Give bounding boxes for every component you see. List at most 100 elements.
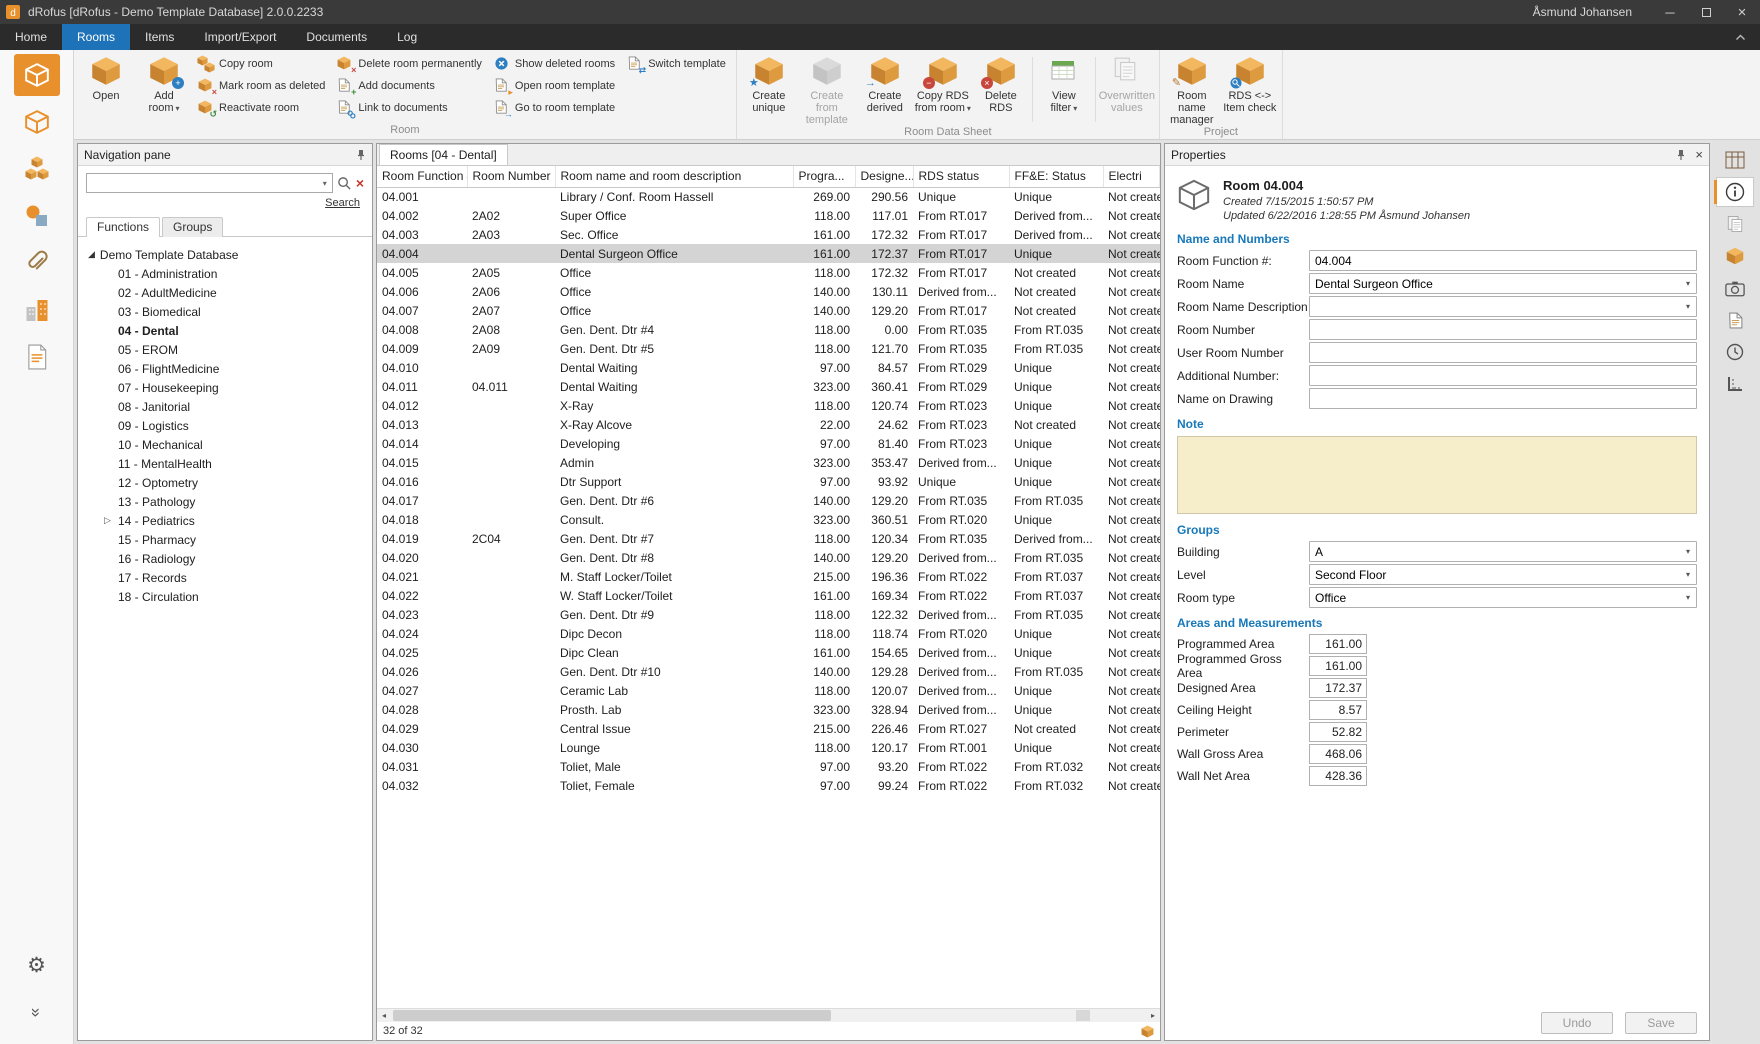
open-room-template-button[interactable]: ▸Open room template — [489, 75, 620, 97]
delete-rds-button[interactable]: ×DeleteRDS — [972, 53, 1030, 114]
reports-module-icon[interactable] — [14, 336, 60, 378]
images-panel-icon[interactable] — [1716, 273, 1754, 303]
close-panel-icon[interactable]: × — [1695, 148, 1703, 161]
dropdown-arrow-icon[interactable]: ▾ — [1680, 274, 1696, 293]
room-data-sheet-icon[interactable] — [1716, 145, 1754, 175]
table-row-04-021[interactable]: 04.021M. Staff Locker/Toilet215.00196.36… — [377, 567, 1160, 586]
scroll-left-icon[interactable]: ◂ — [377, 1009, 391, 1022]
group-input-level[interactable] — [1310, 565, 1680, 584]
tree-item-02-adultmedicine[interactable]: 02 - AdultMedicine — [82, 283, 368, 302]
pin-icon[interactable] — [1676, 149, 1686, 161]
tree-item-05-erom[interactable]: 05 - EROM — [82, 340, 368, 359]
col-progra[interactable]: Progra... — [793, 166, 855, 187]
table-row-04-001[interactable]: 04.001Library / Conf. Room Hassell269.00… — [377, 187, 1160, 206]
group-select-room-type[interactable]: ▾ — [1309, 587, 1697, 608]
prop-field-room-name[interactable]: ▾ — [1309, 273, 1697, 294]
table-row-04-009[interactable]: 04.0092A09Gen. Dent. Dtr #5118.00121.70F… — [377, 339, 1160, 358]
tree-item-16-radiology[interactable]: 16 - Radiology — [82, 549, 368, 568]
note-textarea[interactable] — [1177, 436, 1697, 514]
create-derived-button[interactable]: →Createderived — [856, 53, 914, 114]
group-select-level[interactable]: ▾ — [1309, 564, 1697, 585]
tree-item-06-flightmedicine[interactable]: 06 - FlightMedicine — [82, 359, 368, 378]
table-row-04-011[interactable]: 04.01104.011Dental Waiting323.00360.41Fr… — [377, 377, 1160, 396]
tree-item-17-records[interactable]: 17 - Records — [82, 568, 368, 587]
table-row-04-008[interactable]: 04.0082A08Gen. Dent. Dtr #4118.000.00Fro… — [377, 320, 1160, 339]
menu-tab-import-export[interactable]: Import/Export — [189, 24, 291, 50]
items-module-icon[interactable] — [14, 148, 60, 190]
col-ff-e-status[interactable]: FF&E: Status — [1009, 166, 1103, 187]
tree-item-11-mentalhealth[interactable]: 11 - MentalHealth — [82, 454, 368, 473]
prop-field-user-room-number[interactable] — [1309, 342, 1697, 363]
col-room-function[interactable]: Room Function #: — [377, 166, 467, 187]
link-to-documents-button[interactable]: Link to documents — [332, 97, 487, 119]
search-icon[interactable] — [337, 176, 352, 191]
table-row-04-013[interactable]: 04.013X-Ray Alcove22.0024.62From RT.023N… — [377, 415, 1160, 434]
menu-tab-home[interactable]: Home — [0, 24, 62, 50]
products-module-icon[interactable] — [14, 195, 60, 237]
copy-rds-from-room-button[interactable]: −Copy RDSfrom room▾ — [914, 53, 972, 115]
table-row-04-029[interactable]: 04.029Central Issue215.00226.46From RT.0… — [377, 719, 1160, 738]
horizontal-scrollbar[interactable]: ◂ ▸ — [377, 1008, 1160, 1022]
rooms-tab[interactable]: Rooms [04 - Dental] — [379, 144, 508, 165]
pin-icon[interactable] — [356, 149, 366, 161]
reactivate-room-button[interactable]: ↺Reactivate room — [193, 97, 330, 119]
create-unique-button[interactable]: ★Createunique — [740, 53, 798, 114]
nav-search-input[interactable] — [87, 174, 318, 192]
open-room-button[interactable]: Open — [77, 53, 135, 102]
menu-tab-documents[interactable]: Documents — [291, 24, 382, 50]
copy-room-button[interactable]: Copy room — [193, 53, 330, 75]
files-panel-icon[interactable] — [1716, 305, 1754, 335]
table-row-04-004[interactable]: 04.004Dental Surgeon Office161.00172.37F… — [377, 244, 1160, 263]
dropdown-arrow-icon[interactable]: ▾ — [1680, 542, 1696, 561]
prop-field-room-function[interactable] — [1309, 250, 1697, 271]
table-row-04-003[interactable]: 04.0032A03Sec. Office161.00172.32From RT… — [377, 225, 1160, 244]
switch-template-button[interactable]: ⇄Switch template — [622, 53, 731, 75]
table-row-04-006[interactable]: 04.0062A06Office140.00130.11Derived from… — [377, 282, 1160, 301]
tree-item-07-housekeeping[interactable]: 07 - Housekeeping — [82, 378, 368, 397]
tree-item-14-pediatrics[interactable]: ▷14 - Pediatrics — [82, 511, 368, 530]
area-value-ceiling-height[interactable]: 8.57 — [1309, 700, 1367, 720]
table-row-04-020[interactable]: 04.020Gen. Dent. Dtr #8140.00129.20Deriv… — [377, 548, 1160, 567]
documents-panel-icon[interactable] — [1716, 209, 1754, 239]
rds-item-check-button[interactable]: RDS <->Item check — [1221, 53, 1279, 114]
search-dropdown-icon[interactable]: ▾ — [318, 179, 332, 188]
menu-tab-items[interactable]: Items — [130, 24, 189, 50]
show-deleted-rooms-button[interactable]: Show deleted rooms — [489, 53, 620, 75]
tree-item-12-optometry[interactable]: 12 - Optometry — [82, 473, 368, 492]
dropdown-arrow-icon[interactable]: ▾ — [1680, 297, 1696, 316]
table-row-04-023[interactable]: 04.023Gen. Dent. Dtr #9118.00122.32Deriv… — [377, 605, 1160, 624]
table-row-04-007[interactable]: 04.0072A07Office140.00129.20From RT.017N… — [377, 301, 1160, 320]
tree-item-09-logistics[interactable]: 09 - Logistics — [82, 416, 368, 435]
maximize-button[interactable] — [1688, 0, 1724, 24]
undo-button[interactable]: Undo — [1541, 1012, 1613, 1034]
table-row-04-028[interactable]: 04.028Prosth. Lab323.00328.94Derived fro… — [377, 700, 1160, 719]
table-row-04-019[interactable]: 04.0192C04Gen. Dent. Dtr #7118.00120.34F… — [377, 529, 1160, 548]
prop-field-room-number[interactable] — [1309, 319, 1697, 340]
tree-item-18-circulation[interactable]: 18 - Circulation — [82, 587, 368, 606]
attachments-module-icon[interactable] — [14, 242, 60, 284]
group-select-building[interactable]: ▾ — [1309, 541, 1697, 562]
prop-field-room-name-description[interactable]: ▾ — [1309, 296, 1697, 317]
save-button[interactable]: Save — [1625, 1012, 1697, 1034]
tree-item-03-biomedical[interactable]: 03 - Biomedical — [82, 302, 368, 321]
area-value-programmed-area[interactable]: 161.00 — [1309, 634, 1367, 654]
table-row-04-010[interactable]: 04.010Dental Waiting97.0084.57From RT.02… — [377, 358, 1160, 377]
dropdown-arrow-icon[interactable]: ▾ — [1680, 565, 1696, 584]
tree-item-08-janitorial[interactable]: 08 - Janitorial — [82, 397, 368, 416]
expand-rail-icon[interactable]: » — [14, 991, 60, 1033]
menu-tab-rooms[interactable]: Rooms — [62, 24, 130, 50]
table-row-04-027[interactable]: 04.027Ceramic Lab118.00120.07Derived fro… — [377, 681, 1160, 700]
table-row-04-022[interactable]: 04.022W. Staff Locker/Toilet161.00169.34… — [377, 586, 1160, 605]
prop-input-name-on-drawing[interactable] — [1310, 389, 1696, 408]
scrollbar-thumb[interactable] — [393, 1010, 831, 1021]
table-row-04-026[interactable]: 04.026Gen. Dent. Dtr #10140.00129.28Deri… — [377, 662, 1160, 681]
table-row-04-005[interactable]: 04.0052A05Office118.00172.32From RT.017N… — [377, 263, 1160, 282]
area-value-designed-area[interactable]: 172.37 — [1309, 678, 1367, 698]
settings-gear-icon[interactable]: ⚙ — [14, 944, 60, 986]
tree-item-15-pharmacy[interactable]: 15 - Pharmacy — [82, 530, 368, 549]
mark-room-as-deleted-button[interactable]: ×Mark room as deleted — [193, 75, 330, 97]
rooms-module-icon[interactable] — [14, 54, 60, 96]
col-designe[interactable]: Designe... — [855, 166, 913, 187]
close-button[interactable]: × — [1724, 0, 1760, 24]
table-row-04-031[interactable]: 04.031Toliet, Male97.0093.20From RT.022F… — [377, 757, 1160, 776]
